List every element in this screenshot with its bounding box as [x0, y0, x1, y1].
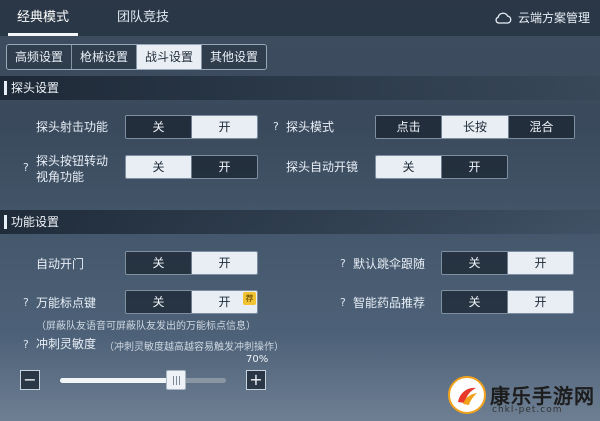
subtab-high-frequency[interactable]: 高频设置	[7, 45, 73, 69]
marker-key-note: （屏蔽队友语音可屏蔽队友发出的万能标点信息）	[36, 321, 256, 332]
auto-door-on[interactable]: 开	[192, 252, 257, 274]
subtab-other[interactable]: 其他设置	[202, 45, 267, 69]
peek-mode-click[interactable]: 点击	[376, 116, 443, 138]
marker-key-on[interactable]: 开 荐	[192, 291, 257, 313]
peek-scope-off[interactable]: 关	[376, 156, 442, 178]
marker-key-off[interactable]: 关	[126, 291, 192, 313]
marker-key-help-icon[interactable]: ?	[23, 296, 29, 309]
peek-rotate-toggle: 关 开	[125, 155, 258, 179]
peek-fire-off[interactable]: 关	[126, 116, 192, 138]
peek-rotate-off[interactable]: 关	[126, 156, 192, 178]
peek-rotate-label-line2: 视角功能	[36, 170, 85, 184]
recommended-badge: 荐	[243, 292, 256, 305]
subtab-weapon[interactable]: 枪械设置	[72, 45, 138, 69]
auto-door-label: 自动开门	[36, 257, 85, 271]
sprint-decrease-button[interactable]: −	[20, 370, 40, 390]
sprint-label: 冲刺灵敏度	[36, 337, 97, 351]
section-accent-bar	[4, 81, 7, 95]
section-header-function: 功能设置	[0, 210, 600, 234]
tab-classic-mode[interactable]: 经典模式	[8, 0, 78, 36]
subtab-combat[interactable]: 战斗设置	[137, 45, 203, 69]
peek-scope-on[interactable]: 开	[442, 156, 507, 178]
auto-door-off[interactable]: 关	[126, 252, 192, 274]
peek-fire-toggle: 关 开	[125, 115, 258, 139]
peek-fire-on[interactable]: 开	[192, 116, 257, 138]
cloud-plan-button[interactable]: 云端方案管理	[494, 0, 590, 36]
sprint-value-label: 70%	[246, 354, 269, 365]
peek-mode-label: 探头模式	[286, 120, 335, 134]
marker-key-label: 万能标点键	[36, 296, 97, 310]
sprint-increase-button[interactable]: +	[246, 370, 266, 390]
peek-fire-label: 探头射击功能	[36, 120, 109, 134]
tab-team-deathmatch[interactable]: 团队竞技	[108, 0, 178, 36]
parachute-follow-label: 默认跳伞跟随	[353, 257, 426, 271]
sub-tab-bar: 高频设置 枪械设置 战斗设置 其他设置	[6, 44, 268, 70]
peek-mode-hold[interactable]: 长按	[442, 116, 509, 138]
peek-mode-mixed[interactable]: 混合	[508, 116, 574, 138]
peek-rotate-label-line1: 探头按钮转动	[36, 154, 109, 168]
watermark-logo-icon	[458, 387, 477, 405]
peek-mode-toggle: 点击 长按 混合	[375, 115, 575, 139]
smart-medicine-label: 智能药品推荐	[353, 296, 426, 310]
smart-medicine-on[interactable]: 开	[508, 291, 573, 313]
smart-medicine-help-icon[interactable]: ?	[340, 296, 346, 309]
auto-door-toggle: 关 开	[125, 251, 258, 275]
sprint-slider-fill	[60, 378, 177, 383]
section-header-peek: 探头设置	[0, 76, 600, 100]
parachute-follow-off[interactable]: 关	[442, 252, 508, 274]
smart-medicine-toggle: 关 开	[441, 290, 574, 314]
marker-key-toggle: 关 开 荐	[125, 290, 258, 314]
parachute-follow-toggle: 关 开	[441, 251, 574, 275]
peek-rotate-on[interactable]: 开	[192, 156, 257, 178]
section-title: 探头设置	[11, 81, 60, 95]
sprint-help-icon[interactable]: ?	[23, 338, 29, 351]
peek-rotate-help-icon[interactable]: ?	[23, 161, 29, 174]
sprint-note: （冲刺灵敏度越高越容易触发冲刺操作）	[104, 342, 284, 353]
sprint-slider-thumb[interactable]	[166, 370, 187, 390]
watermark-url: chkl-pet.com	[492, 405, 563, 415]
peek-mode-help-icon[interactable]: ?	[273, 120, 279, 133]
smart-medicine-off[interactable]: 关	[442, 291, 508, 313]
cloud-plan-label: 云端方案管理	[517, 11, 590, 25]
watermark-logo	[448, 376, 486, 414]
peek-scope-label: 探头自动开镜	[286, 160, 359, 174]
marker-key-on-label: 开	[218, 295, 231, 309]
cloud-icon	[494, 12, 512, 24]
peek-scope-toggle: 关 开	[375, 155, 508, 179]
parachute-follow-help-icon[interactable]: ?	[340, 257, 346, 270]
parachute-follow-on[interactable]: 开	[508, 252, 573, 274]
section-accent-bar	[4, 215, 7, 229]
section-title: 功能设置	[11, 215, 60, 229]
